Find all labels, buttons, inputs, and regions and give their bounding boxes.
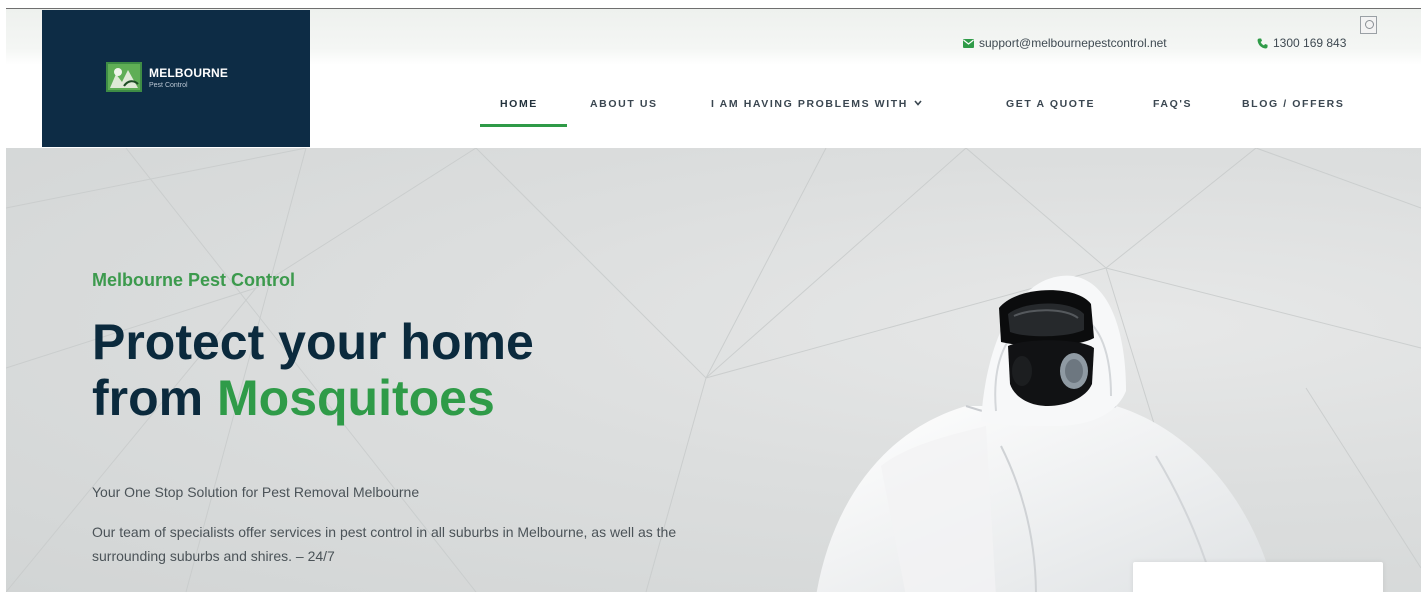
contact-email-text: support@melbournepestcontrol.net <box>979 36 1167 50</box>
chevron-down-icon <box>914 100 922 106</box>
hero-kicker: Melbourne Pest Control <box>92 270 296 290</box>
hero-tagline: Your One Stop Solution for Pest Removal … <box>92 484 420 500</box>
logo-title: MELBOURNE <box>149 66 229 80</box>
hero-section: Melbourne Pest Control Protect your home… <box>6 148 1421 592</box>
contact-phone-text: 1300 169 843 <box>1273 36 1347 50</box>
contact-email-link[interactable]: support@melbournepestcontrol.net <box>963 36 1167 50</box>
envelope-icon <box>963 38 974 48</box>
hero-body-text: Our team of specialists offer services i… <box>92 524 677 564</box>
hero-headline: Protect your home from Mosquitoes <box>92 314 534 426</box>
headline-line-1: Protect your home <box>92 314 534 370</box>
nav-item-faqs[interactable]: FAQ'S <box>1153 98 1192 110</box>
nav-item-problems-label: I AM HAVING PROBLEMS WITH <box>711 98 908 110</box>
nav-item-about-us[interactable]: ABOUT US <box>590 98 658 110</box>
logo-subtitle: Pest Control <box>149 82 188 89</box>
pest-technician-image <box>816 275 1276 592</box>
nav-active-indicator <box>480 124 567 127</box>
nav-item-get-a-quote[interactable]: GET A QUOTE <box>1006 98 1095 110</box>
phone-icon <box>1257 37 1268 48</box>
main-nav: HOME ABOUT US I AM HAVING PROBLEMS WITH … <box>0 98 1421 112</box>
nav-item-blog-offers[interactable]: BLOG / OFFERS <box>1242 98 1344 110</box>
page: MELBOURNE Pest Control support@melbourne… <box>0 0 1421 592</box>
headline-line-2-prefix: from <box>92 370 217 426</box>
contact-phone-link[interactable]: 1300 169 843 <box>1257 36 1346 50</box>
nav-item-problems-dropdown[interactable]: I AM HAVING PROBLEMS WITH <box>711 98 922 110</box>
nav-item-home[interactable]: HOME <box>500 98 538 110</box>
logo-mark-icon <box>106 62 142 92</box>
site-logo[interactable]: MELBOURNE Pest Control <box>42 10 310 147</box>
user-icon[interactable] <box>1360 16 1377 34</box>
hero-info-card <box>1133 562 1383 592</box>
headline-accent: Mosquitoes <box>217 370 495 426</box>
